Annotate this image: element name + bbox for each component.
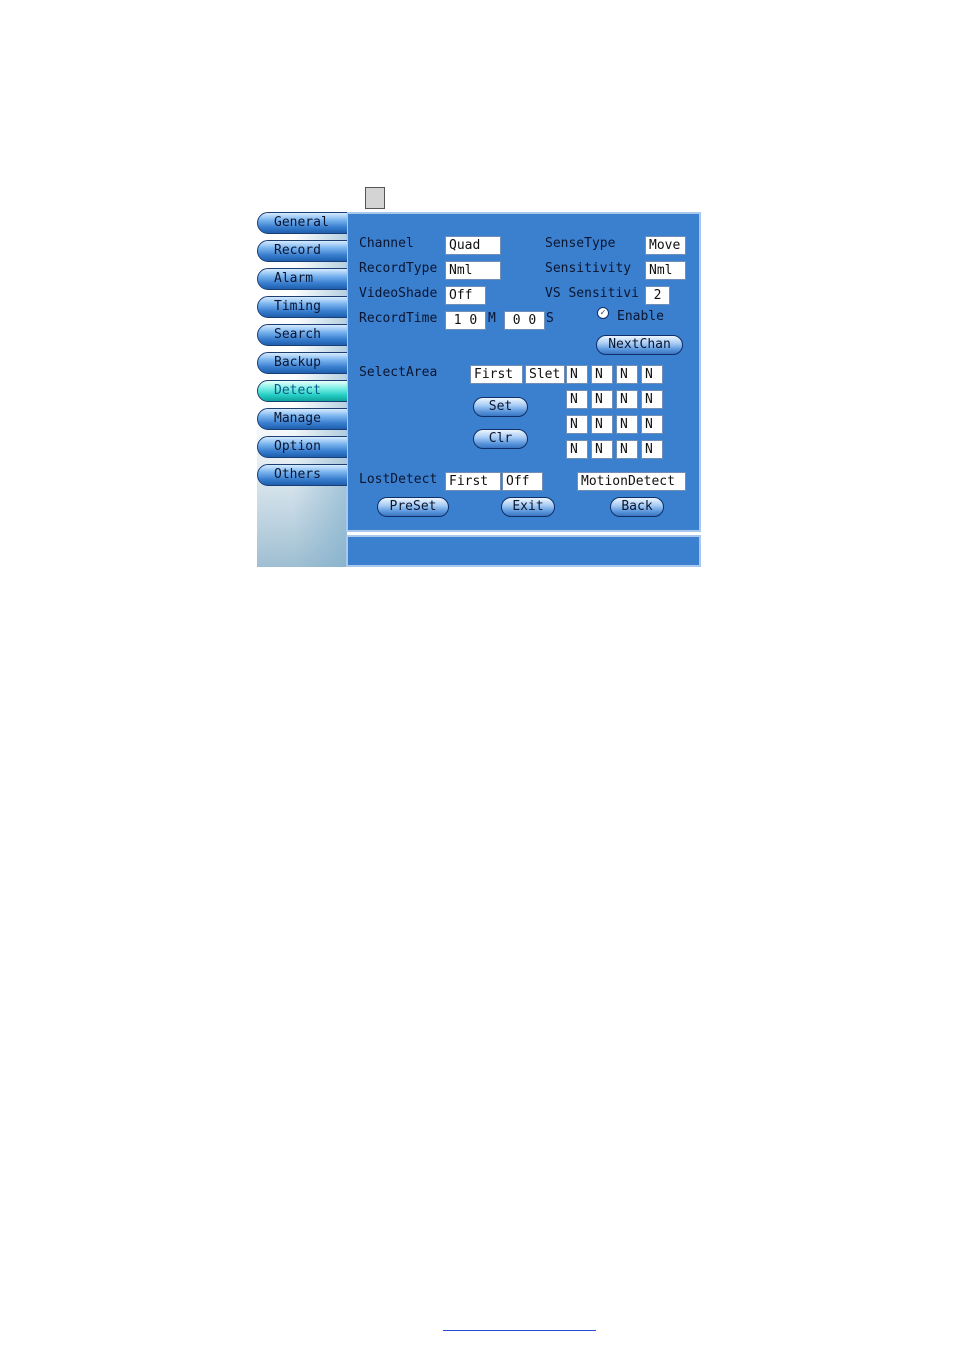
area-cell-4-2[interactable]: N <box>591 440 613 459</box>
footer-link-underline[interactable] <box>443 1330 596 1331</box>
area-cell-3-1[interactable]: N <box>566 415 588 434</box>
seconds-unit-label: S <box>546 311 554 326</box>
sidebar: General Record Alarm Timing Search Backu… <box>257 212 347 567</box>
area-cell-2-3[interactable]: N <box>616 390 638 409</box>
sense-type-field[interactable]: Move <box>645 236 686 255</box>
nav-detect[interactable]: Detect <box>257 380 347 402</box>
status-bar <box>346 535 701 567</box>
area-cell-4-1[interactable]: N <box>566 440 588 459</box>
area-cell-1-3[interactable]: N <box>616 365 638 384</box>
detect-settings-panel: Channel Quad SenseType Move RecordType N… <box>346 212 701 532</box>
record-type-field[interactable]: Nml <box>445 261 501 280</box>
channel-field[interactable]: Quad <box>445 236 501 255</box>
record-time-label: RecordTime <box>359 311 438 326</box>
select-area-slet-field[interactable]: Slet <box>525 365 565 384</box>
area-cell-3-4[interactable]: N <box>641 415 663 434</box>
record-time-minutes-field[interactable]: 1 0 <box>445 311 486 330</box>
enable-label: Enable <box>617 309 664 324</box>
area-cell-1-2[interactable]: N <box>591 365 613 384</box>
back-button[interactable]: Back <box>610 497 664 517</box>
area-cell-2-4[interactable]: N <box>641 390 663 409</box>
exit-button[interactable]: Exit <box>501 497 555 517</box>
motion-detect-field[interactable]: MotionDetect <box>577 472 686 491</box>
channel-label: Channel <box>359 236 414 251</box>
area-cell-4-3[interactable]: N <box>616 440 638 459</box>
video-shade-field[interactable]: Off <box>445 286 486 305</box>
nav-option[interactable]: Option <box>257 436 347 458</box>
lost-detect-value-field[interactable]: Off <box>502 472 543 491</box>
area-cell-2-2[interactable]: N <box>591 390 613 409</box>
lost-detect-label: LostDetect <box>359 472 438 487</box>
area-cell-1-4[interactable]: N <box>641 365 663 384</box>
area-cell-2-1[interactable]: N <box>566 390 588 409</box>
vs-sensitivity-label: VS Sensitivi <box>545 286 639 301</box>
sensitivity-label: Sensitivity <box>545 261 632 276</box>
nav-alarm[interactable]: Alarm <box>257 268 347 290</box>
record-time-seconds-field[interactable]: 0 0 <box>504 311 545 330</box>
enable-checkbox[interactable]: ✓ <box>597 307 609 319</box>
area-cell-3-2[interactable]: N <box>591 415 613 434</box>
select-area-label: SelectArea <box>359 365 438 380</box>
clr-button[interactable]: Clr <box>473 429 528 449</box>
nav-record[interactable]: Record <box>257 240 347 262</box>
nav-general[interactable]: General <box>257 212 347 234</box>
minutes-unit-label: M <box>488 311 496 326</box>
set-button[interactable]: Set <box>473 397 528 417</box>
preset-button[interactable]: PreSet <box>377 497 449 517</box>
area-cell-3-3[interactable]: N <box>616 415 638 434</box>
nav-timing[interactable]: Timing <box>257 296 347 318</box>
next-chan-button[interactable]: NextChan <box>596 335 683 355</box>
select-area-first-field[interactable]: First <box>470 365 523 384</box>
record-type-label: RecordType <box>359 261 438 276</box>
video-shade-label: VideoShade <box>359 286 438 301</box>
nav-others[interactable]: Others <box>257 464 347 486</box>
vs-sensitivity-field[interactable]: 2 <box>645 286 670 305</box>
window-control-box[interactable] <box>365 187 385 209</box>
lost-detect-first-field[interactable]: First <box>445 472 501 491</box>
sense-type-label: SenseType <box>545 236 616 251</box>
area-cell-4-4[interactable]: N <box>641 440 663 459</box>
area-cell-1-1[interactable]: N <box>566 365 588 384</box>
check-icon: ✓ <box>600 308 606 318</box>
nav-backup[interactable]: Backup <box>257 352 347 374</box>
nav-manage[interactable]: Manage <box>257 408 347 430</box>
sensitivity-field[interactable]: Nml <box>645 261 686 280</box>
nav-search[interactable]: Search <box>257 324 347 346</box>
